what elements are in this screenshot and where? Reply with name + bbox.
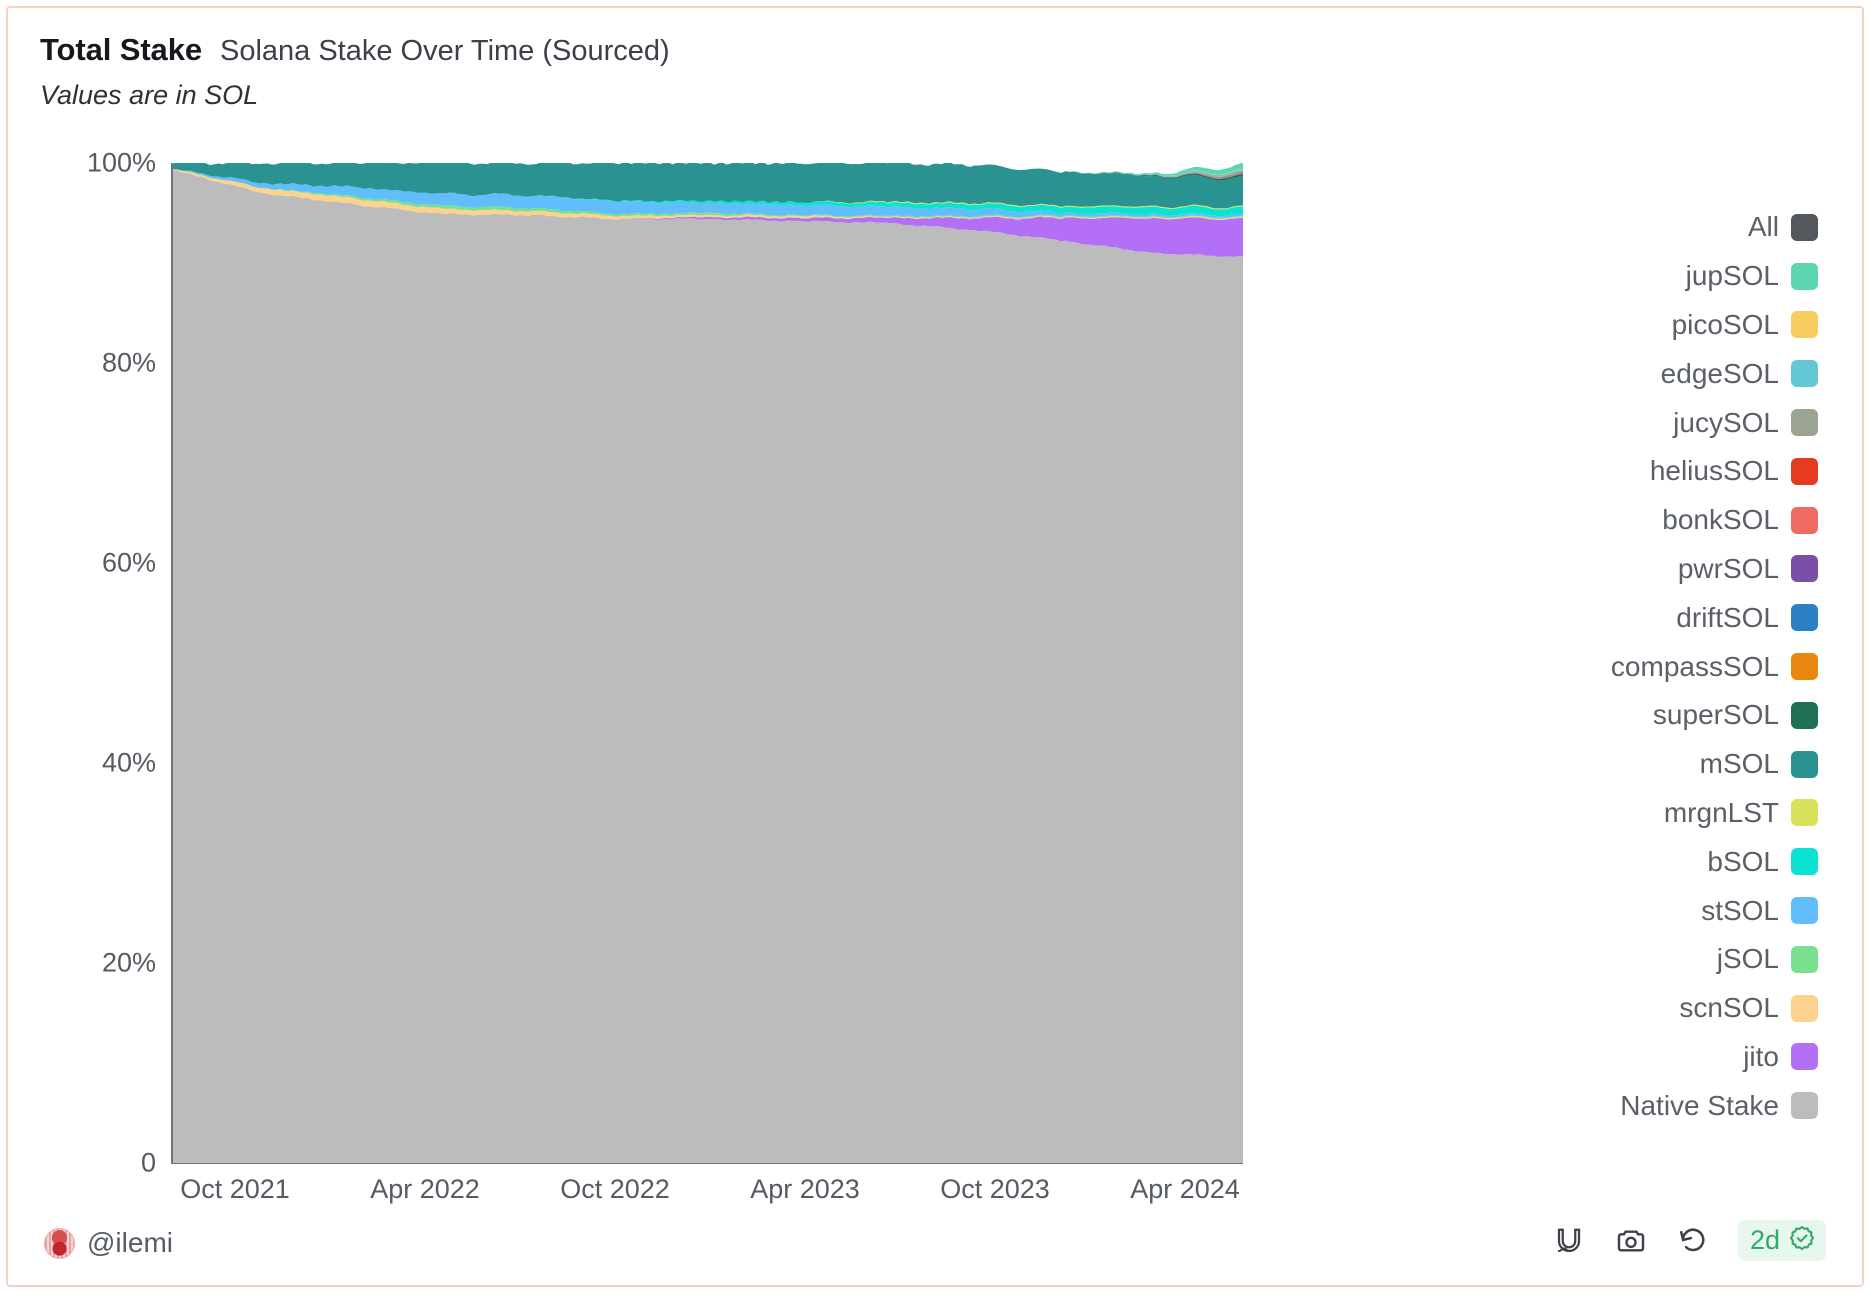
legend-item-label: bSOL xyxy=(1707,845,1779,877)
legend-color-swatch xyxy=(1791,799,1818,827)
y-axis-tick: 80% xyxy=(101,347,156,378)
verified-badge-icon xyxy=(1788,1224,1816,1257)
legend-item-driftsol[interactable]: driftSOL xyxy=(1676,593,1818,642)
legend-color-swatch xyxy=(1791,555,1818,583)
chart-card: Total Stake Solana Stake Over Time (Sour… xyxy=(6,6,1864,1287)
legend-color-swatch xyxy=(1791,897,1818,925)
legend-item-pwrsol[interactable]: pwrSOL xyxy=(1678,545,1818,594)
legend-item-label: Native Stake xyxy=(1620,1089,1779,1121)
x-axis-tick: Apr 2023 xyxy=(750,1174,860,1204)
area-series-native-stake xyxy=(173,170,1243,1163)
legend-item-all[interactable]: All xyxy=(1748,203,1818,252)
legend-item-label: compassSOL xyxy=(1610,650,1779,682)
author-handle[interactable]: @ilemi xyxy=(87,1227,173,1259)
legend-color-swatch xyxy=(1791,604,1818,632)
y-axis-tick: 100% xyxy=(86,147,156,178)
legend-color-swatch xyxy=(1791,1043,1818,1071)
chart-legend: All jupSOL picoSOL edgeSOL jucySOL heliusSOL b… xyxy=(1611,203,1818,1130)
x-axis-tick: Oct 2021 xyxy=(180,1174,290,1204)
legend-color-swatch xyxy=(1791,506,1818,534)
legend-item-label: bonkSOL xyxy=(1662,504,1779,536)
legend-item-supersol[interactable]: superSOL xyxy=(1653,691,1818,740)
legend-color-swatch xyxy=(1791,945,1818,973)
legend-color-swatch xyxy=(1791,311,1818,339)
legend-item-msol[interactable]: mSOL xyxy=(1700,740,1818,789)
plot-wrapper: 100% 80% 60% 40% 20% 0 Oct 2021 Apr 2022 Oct 20… xyxy=(8,8,1866,1289)
camera-icon[interactable] xyxy=(1614,1224,1648,1258)
legend-item-label: mrgnLST xyxy=(1663,796,1779,828)
legend-item-label: All xyxy=(1747,211,1779,243)
x-axis-tick: Oct 2022 xyxy=(560,1174,670,1204)
legend-item-jupsol[interactable]: jupSOL xyxy=(1686,252,1818,301)
legend-item-label: jSOL xyxy=(1716,943,1779,975)
x-axis-tick: Apr 2022 xyxy=(370,1174,480,1204)
legend-item-mrgnlst[interactable]: mrgnLST xyxy=(1664,789,1818,838)
y-axis-tick: 20% xyxy=(101,947,156,978)
legend-item-edgesol[interactable]: edgeSOL xyxy=(1661,349,1818,398)
x-axis-labels: Oct 2021 Apr 2022 Oct 2022 Apr 2023 Oct 2023… xyxy=(8,1174,1866,1214)
legend-item-picosol[interactable]: picoSOL xyxy=(1672,301,1818,350)
legend-item-label: superSOL xyxy=(1652,699,1779,731)
legend-item-label: stSOL xyxy=(1701,894,1779,926)
legend-color-swatch xyxy=(1791,653,1818,681)
legend-color-swatch xyxy=(1791,750,1818,778)
legend-item-label: edgeSOL xyxy=(1660,357,1779,389)
y-axis-labels: 100% 80% 60% 40% 20% 0 xyxy=(8,138,168,1178)
refresh-interval-badge[interactable]: 2d xyxy=(1737,1220,1826,1261)
legend-item-label: heliusSOL xyxy=(1649,455,1779,487)
legend-item-scnsol[interactable]: scnSOL xyxy=(1679,984,1818,1033)
y-axis-tick: 40% xyxy=(101,747,156,778)
legend-color-swatch xyxy=(1791,409,1818,437)
legend-item-heliussol[interactable]: heliusSOL xyxy=(1650,447,1818,496)
chart-card-root: Total Stake Solana Stake Over Time (Sour… xyxy=(0,0,1870,1293)
legend-color-swatch xyxy=(1791,701,1818,729)
legend-color-swatch xyxy=(1791,360,1818,388)
legend-item-jucysol[interactable]: jucySOL xyxy=(1673,398,1818,447)
chart-toolbar: 2d xyxy=(1552,1220,1826,1261)
refresh-icon[interactable] xyxy=(1676,1224,1710,1258)
stacked-area-plot[interactable] xyxy=(173,163,1243,1163)
legend-color-swatch xyxy=(1791,994,1818,1022)
legend-item-label: driftSOL xyxy=(1676,601,1779,633)
legend-color-swatch xyxy=(1791,1092,1818,1120)
legend-item-label: pwrSOL xyxy=(1677,552,1779,584)
legend-color-swatch xyxy=(1791,213,1818,241)
legend-item-label: jucySOL xyxy=(1673,406,1779,438)
x-axis-tick: Oct 2023 xyxy=(940,1174,1050,1204)
legend-item-label: jupSOL xyxy=(1685,260,1779,292)
legend-item-label: jito xyxy=(1743,1040,1779,1072)
legend-item-jsol[interactable]: jSOL xyxy=(1717,935,1818,984)
legend-item-bonksol[interactable]: bonkSOL xyxy=(1662,496,1818,545)
legend-color-swatch xyxy=(1791,848,1818,876)
legend-color-swatch xyxy=(1791,457,1818,485)
legend-item-label: mSOL xyxy=(1699,748,1779,780)
area-chart-svg xyxy=(173,163,1243,1163)
avatar-icon xyxy=(44,1227,75,1259)
legend-item-stsol[interactable]: stSOL xyxy=(1701,886,1818,935)
legend-color-swatch xyxy=(1791,262,1818,290)
author-credit: @ilemi xyxy=(44,1227,173,1259)
legend-item-label: scnSOL xyxy=(1679,992,1779,1024)
y-axis-tick: 60% xyxy=(101,547,156,578)
legend-item-bsol[interactable]: bSOL xyxy=(1707,837,1818,886)
legend-item-label: picoSOL xyxy=(1671,308,1779,340)
legend-item-jito[interactable]: jito xyxy=(1743,1033,1818,1082)
magnet-icon[interactable] xyxy=(1552,1224,1586,1258)
refresh-interval-label: 2d xyxy=(1749,1225,1780,1255)
legend-item-compasssol[interactable]: compassSOL xyxy=(1611,642,1818,691)
x-axis-tick: Apr 2024 xyxy=(1130,1174,1240,1204)
legend-item-native-stake[interactable]: Native Stake xyxy=(1620,1081,1818,1130)
